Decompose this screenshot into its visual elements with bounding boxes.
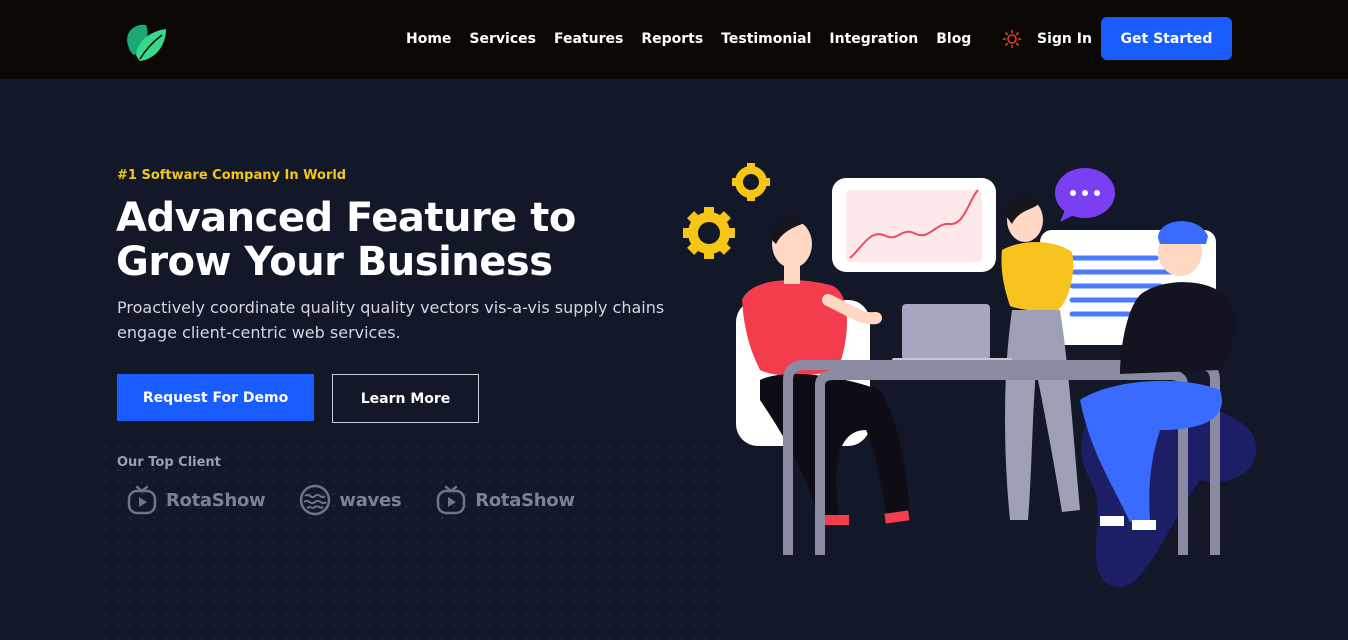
hero-illustration [683,163,1257,588]
site-header: SoftBik Home Services Features Reports T… [0,0,1348,79]
gear-icon [732,163,770,201]
client-logo: RotaShow [126,484,266,516]
chart-card [832,178,996,272]
learn-more-button[interactable]: Learn More [332,374,479,423]
nav-reports[interactable]: Reports [632,28,712,50]
hero-subtext: Proactively coordinate quality quality v… [117,298,665,342]
sign-in-link[interactable]: Sign In [1037,28,1092,50]
nav-testimonial[interactable]: Testimonial [712,28,820,50]
client-logo: waves [299,484,402,516]
nav-home[interactable]: Home [397,28,460,50]
client-name: RotaShow [475,489,575,511]
client-logo: RotaShow [435,484,575,516]
laptop [892,304,1012,364]
hero-headline: Advanced Feature to Grow Your Business [116,196,676,284]
client-name: RotaShow [166,489,266,511]
brand-name: SoftBik [192,24,290,50]
client-name: waves [339,489,402,511]
hero-eyebrow: #1 Software Company In World [117,168,347,183]
client-logos: RotaShow waves RotaShow [126,484,609,516]
nav-services[interactable]: Services [460,28,545,50]
headline-line-2: Grow Your Business [116,239,553,285]
brand-logo[interactable]: SoftBik [122,14,302,64]
gear-icon [683,207,735,259]
main-nav: Home Services Features Reports Testimoni… [397,28,980,50]
headline-line-1: Advanced Feature to [116,195,576,241]
nav-features[interactable]: Features [545,28,632,50]
rotashow-icon [127,485,157,515]
nav-integration[interactable]: Integration [820,28,927,50]
get-started-button[interactable]: Get Started [1101,17,1232,60]
request-demo-button[interactable]: Request For Demo [117,374,314,421]
chat-bubble-icon [1055,168,1115,222]
clients-label: Our Top Client [117,455,221,470]
theme-toggle-sun-icon[interactable] [1002,29,1022,49]
nav-blog[interactable]: Blog [927,28,980,50]
waves-icon [300,484,331,516]
leaf-logo-icon [127,24,166,61]
rotashow-icon [437,485,466,515]
